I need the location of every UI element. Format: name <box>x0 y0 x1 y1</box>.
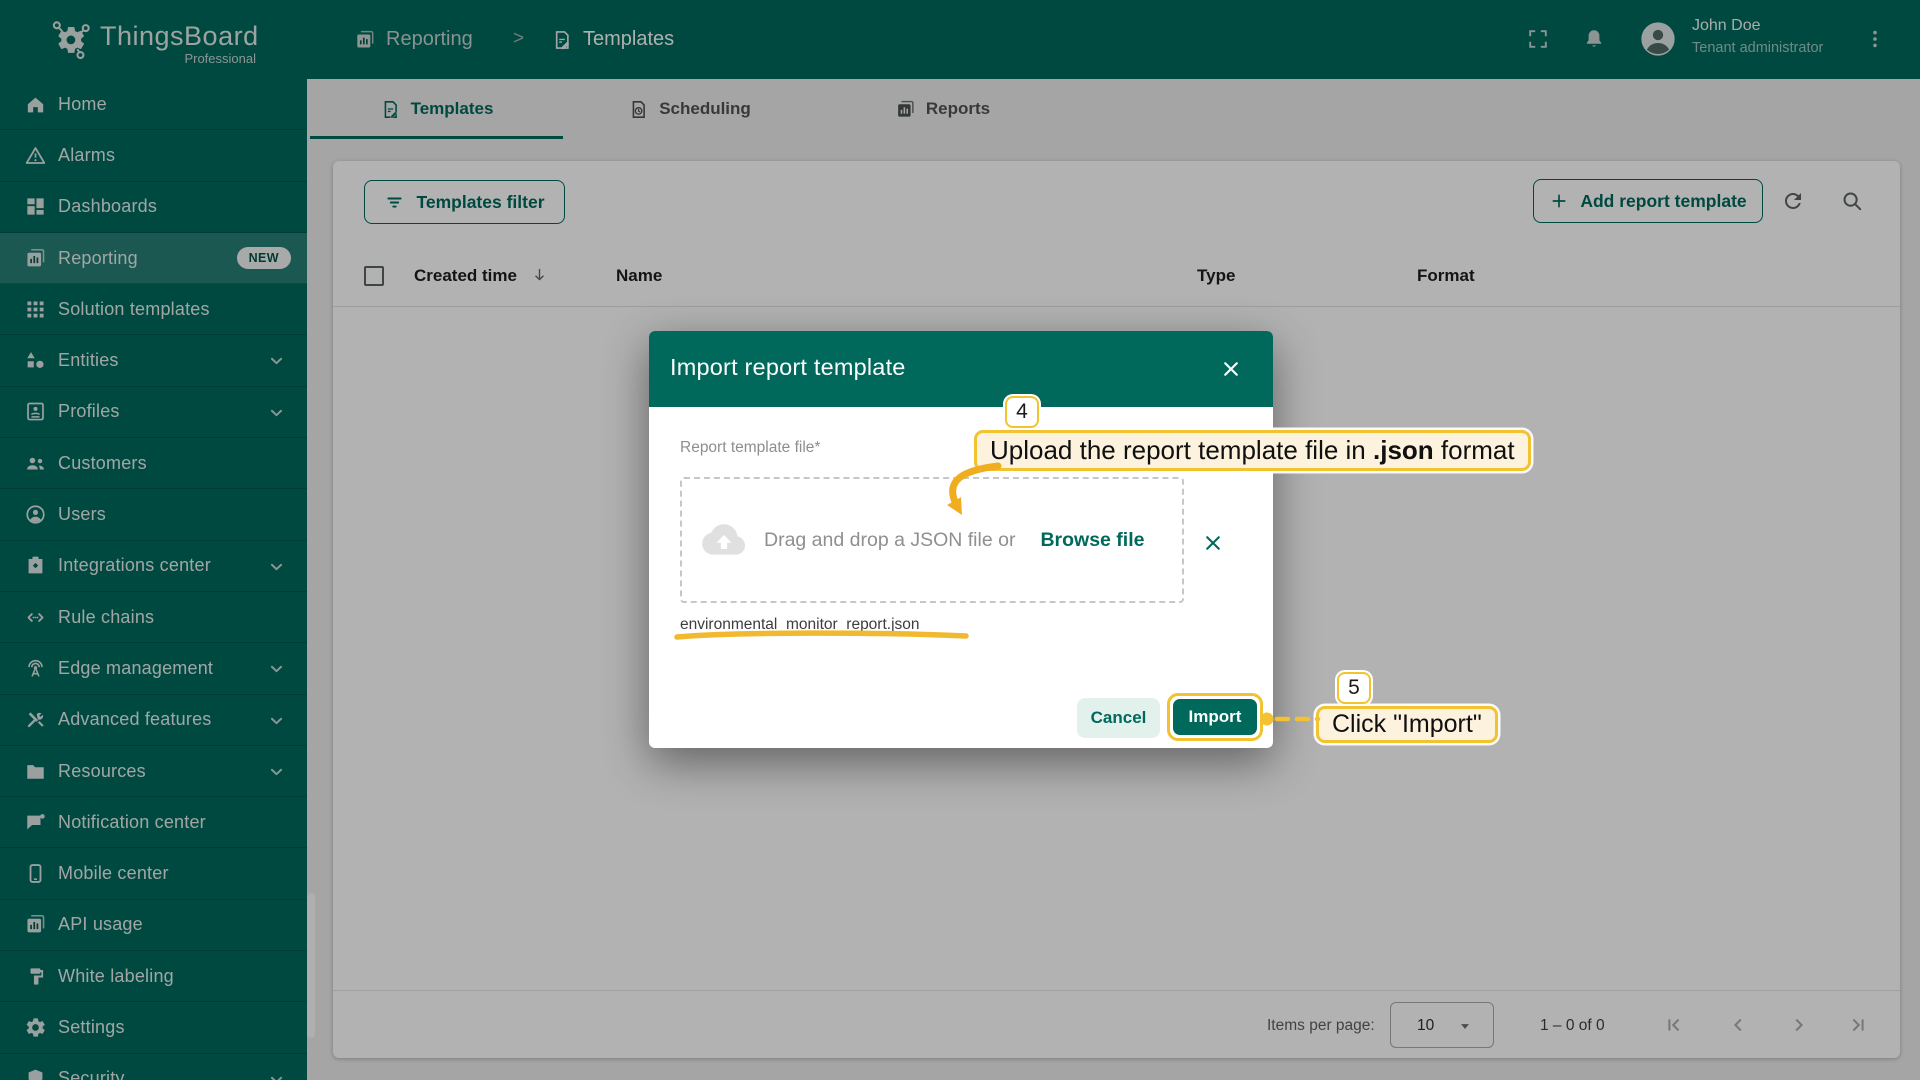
import-button-annotation-ring: Import <box>1167 693 1263 741</box>
cancel-button[interactable]: Cancel <box>1077 698 1160 738</box>
annotation-step-5-label: Click "Import" <box>1316 706 1498 743</box>
annotation-step-4-label: Upload the report template file in .json… <box>974 430 1531 471</box>
annotation-connector-icon <box>1260 712 1321 726</box>
file-field-label: Report template file* <box>680 439 821 456</box>
clear-file-icon[interactable] <box>1201 531 1225 555</box>
annotation-step-5-number: 5 <box>1337 672 1371 704</box>
dialog-title: Import report template <box>670 354 906 380</box>
annotation-arrow-icon <box>947 462 1002 515</box>
cloud-upload-icon <box>702 518 746 562</box>
annotation-step-4-number: 4 <box>1005 396 1039 428</box>
thingsboard-app: ThingsBoard Professional Reporting > Tem… <box>0 0 1920 1080</box>
close-icon[interactable] <box>1219 357 1243 381</box>
import-button[interactable]: Import <box>1173 699 1257 735</box>
import-report-template-dialog: Import report template Report template f… <box>649 331 1273 748</box>
dialog-header: Import report template <box>649 331 1273 407</box>
annotation-underline <box>673 627 971 643</box>
browse-file-link[interactable]: Browse file <box>1040 529 1144 552</box>
